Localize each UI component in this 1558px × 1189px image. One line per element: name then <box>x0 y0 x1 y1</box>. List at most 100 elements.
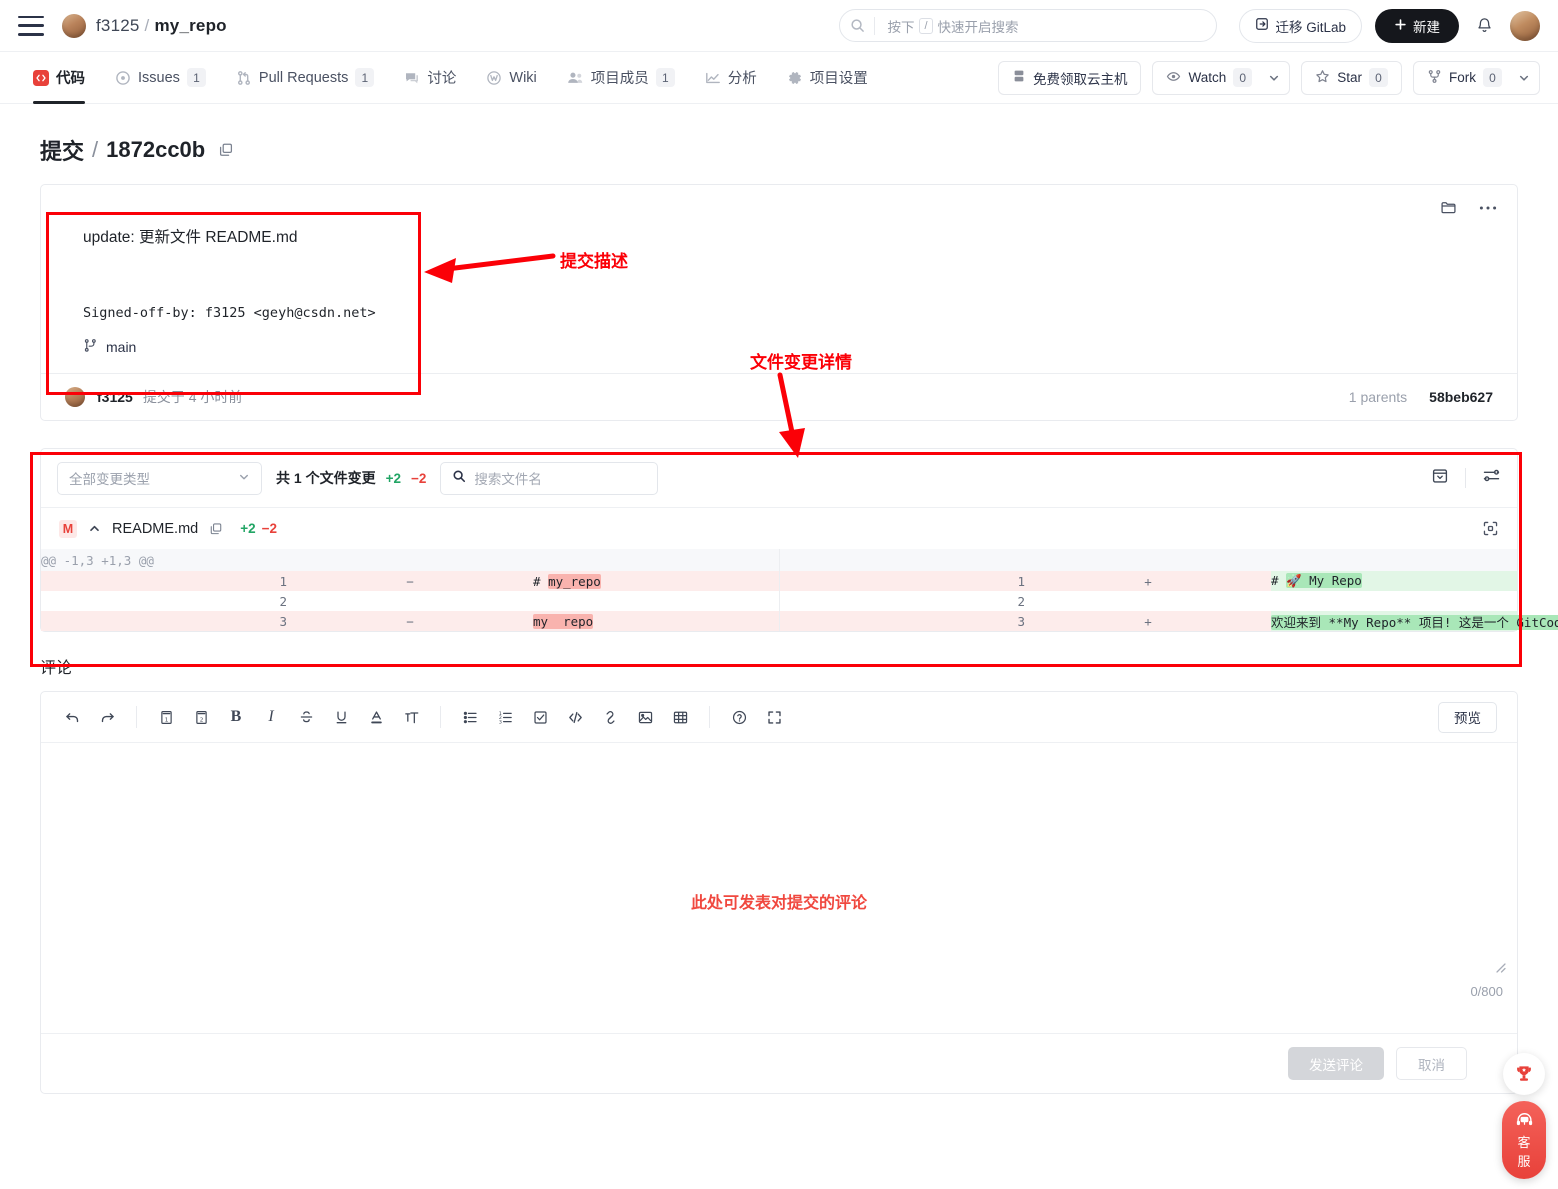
diff-hunk-left: @@ -1,3 +1,3 @@ <box>41 549 779 571</box>
checklist-icon[interactable] <box>529 706 551 728</box>
text-color-icon[interactable] <box>365 706 387 728</box>
commit-message: update: 更新文件 README.md <box>83 225 1493 247</box>
fork-label: Fork <box>1449 70 1476 85</box>
search-placeholder: 按下 / 快速开启搜索 <box>875 16 1018 36</box>
browse-files-icon[interactable] <box>1440 199 1457 216</box>
commit-footer: f3125 提交于 4 小时前 1 parents 58beb627 <box>41 373 1517 420</box>
diff-toolbar: 全部变更类型 共 1 个文件变更 +2 −2 搜索文件名 <box>41 449 1517 507</box>
copy-sha-icon[interactable] <box>218 142 234 158</box>
diff-hunk-right <box>779 549 1517 571</box>
comment-textarea[interactable]: 此处可发表对提交的评论 0/800 <box>41 743 1517 1033</box>
undo-icon[interactable] <box>61 706 83 728</box>
heading-2-icon[interactable]: 2 <box>190 706 212 728</box>
notifications-bell-icon[interactable] <box>1475 16 1494 35</box>
change-type-filter-label: 全部变更类型 <box>69 468 150 488</box>
star-count: 0 <box>1369 68 1388 87</box>
fullscreen-icon[interactable] <box>763 706 785 728</box>
chevron-up-icon[interactable] <box>88 522 101 535</box>
diff-code-left: my repo <box>533 611 779 631</box>
tab-pull-requests-count: 1 <box>355 68 374 87</box>
bullet-list-icon[interactable] <box>459 706 481 728</box>
link-icon[interactable] <box>599 706 621 728</box>
diff-sign-right: + <box>1025 611 1271 631</box>
commit-parent-sha[interactable]: 58beb627 <box>1429 389 1493 405</box>
commit-body: update: 更新文件 README.md Signed-off-by: f3… <box>41 185 1517 373</box>
cloud-host-label: 免费领取云主机 <box>1033 68 1128 88</box>
tab-issues[interactable]: Issues 1 <box>100 52 221 104</box>
tab-settings[interactable]: 项目设置 <box>772 52 883 104</box>
user-avatar[interactable] <box>1510 11 1540 41</box>
copy-path-icon[interactable] <box>209 522 223 536</box>
star-button[interactable]: Star 0 <box>1301 61 1402 95</box>
diff-line-number-right: 3 <box>779 611 1025 631</box>
changes-additions: +2 <box>386 471 401 486</box>
image-icon[interactable] <box>634 706 656 728</box>
changes-summary: 共 1 个文件变更 +2 −2 <box>276 468 426 488</box>
collapse-all-icon[interactable] <box>1431 467 1449 490</box>
page-title-sep: / <box>92 137 98 163</box>
tab-members[interactable]: 项目成员 1 <box>552 52 690 104</box>
menu-icon[interactable] <box>18 16 44 36</box>
strikethrough-icon[interactable] <box>295 706 317 728</box>
heading-1-icon[interactable]: 1 <box>155 706 177 728</box>
diff-sign-left <box>287 591 533 611</box>
font-size-icon[interactable] <box>400 706 422 728</box>
annotation-label-commit-desc: 提交描述 <box>560 247 628 272</box>
search-hint-post: 快速开启搜索 <box>938 16 1019 36</box>
diff-settings-icon[interactable] <box>1482 466 1501 490</box>
trophy-icon[interactable] <box>1503 1053 1545 1095</box>
table-icon[interactable] <box>669 706 691 728</box>
resize-handle-icon[interactable] <box>1491 958 1507 977</box>
chevron-down-icon[interactable] <box>1515 72 1539 84</box>
commit-tools <box>1440 199 1497 216</box>
chevron-down-icon[interactable] <box>1265 72 1289 84</box>
tab-discussion-label: 讨论 <box>427 67 456 88</box>
star-icon <box>1315 69 1330 87</box>
gear-icon <box>787 70 803 86</box>
migrate-gitlab-button[interactable]: 迁移 GitLab <box>1239 9 1362 43</box>
customer-service-button[interactable]: 客 服 <box>1502 1101 1546 1179</box>
new-button[interactable]: 新建 <box>1375 9 1459 43</box>
more-options-icon[interactable] <box>1479 205 1497 211</box>
help-icon[interactable] <box>728 706 750 728</box>
table-row: 3 − my repo 3 + 欢迎来到 **My Repo** 项目! 这是一… <box>41 611 1517 631</box>
view-file-icon[interactable] <box>1482 520 1499 537</box>
fork-button[interactable]: Fork 0 <box>1413 61 1540 95</box>
discussion-icon <box>404 70 420 86</box>
page-root: f3125 / my_repo 按下 / 快速开启搜索 迁移 GitLab <box>0 0 1558 1189</box>
tab-wiki-label: Wiki <box>509 70 536 86</box>
file-search-input[interactable]: 搜索文件名 <box>440 462 658 495</box>
change-type-filter[interactable]: 全部变更类型 <box>57 462 262 495</box>
diff-code-left-highlight: my_repo <box>548 574 601 589</box>
watch-button[interactable]: Watch 0 <box>1152 61 1290 95</box>
cancel-comment-button[interactable]: 取消 <box>1396 1047 1467 1080</box>
diff-sign-right <box>1025 591 1271 611</box>
tab-discussion[interactable]: 讨论 <box>389 52 471 104</box>
bold-icon[interactable]: B <box>225 706 247 728</box>
tab-pull-requests[interactable]: Pull Requests 1 <box>221 52 389 104</box>
code-icon[interactable] <box>564 706 586 728</box>
breadcrumb-repo[interactable]: my_repo <box>154 16 226 35</box>
character-counter: 0/800 <box>1470 984 1503 999</box>
redo-icon[interactable] <box>96 706 118 728</box>
commit-signed-off: Signed-off-by: f3125 <geyh@csdn.net> <box>83 305 1493 321</box>
diff-file-name[interactable]: README.md <box>112 521 198 537</box>
tab-analytics[interactable]: 分析 <box>690 52 772 104</box>
branch-icon <box>83 338 98 356</box>
tab-wiki[interactable]: Wiki <box>471 52 551 104</box>
breadcrumb-owner[interactable]: f3125 <box>96 16 140 35</box>
diff-hunk-header: @@ -1,3 +1,3 @@ <box>41 549 1517 571</box>
cloud-host-button[interactable]: 免费领取云主机 <box>998 61 1142 95</box>
tab-code[interactable]: 代码 <box>18 52 100 104</box>
send-comment-button[interactable]: 发送评论 <box>1288 1047 1384 1080</box>
comment-section-label: 评论 <box>40 654 1518 678</box>
numbered-list-icon[interactable]: 123 <box>494 706 516 728</box>
commit-author[interactable]: f3125 <box>97 389 133 405</box>
import-icon <box>1255 17 1269 34</box>
italic-icon[interactable]: I <box>260 706 282 728</box>
new-button-label: 新建 <box>1413 16 1440 36</box>
preview-button[interactable]: 预览 <box>1438 702 1497 733</box>
underline-icon[interactable] <box>330 706 352 728</box>
annotation-comment-hint: 此处可发表对提交的评论 <box>41 889 1517 913</box>
global-search[interactable]: 按下 / 快速开启搜索 <box>839 9 1217 42</box>
